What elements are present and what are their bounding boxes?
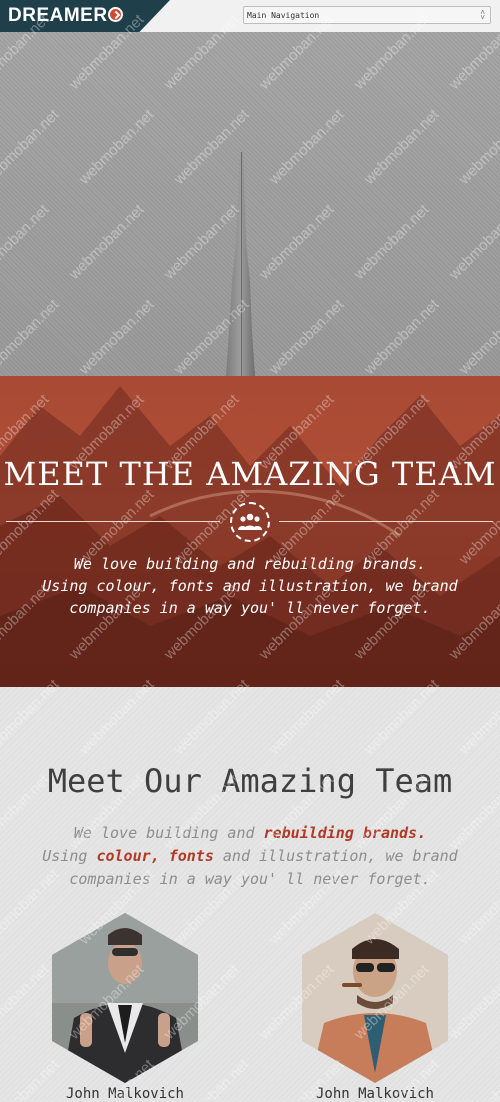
intro-highlight: colour, fonts [96,847,214,865]
intro-highlight: rebuilding brands. [263,824,427,842]
logo-text[interactable]: DREAMER [8,5,108,27]
member-photo-2[interactable] [302,913,448,1083]
band-line-2: Using colour, fonts and illustration, we… [42,577,458,595]
team-intro-line-3: companies in a way you' ll never forget. [69,870,431,888]
team-intro-line-2: Using colour, fonts and illustration, we… [0,845,500,868]
band-line-3: companies in a way you' ll never forget. [69,599,431,617]
team-title: Meet Our Amazing Team [47,762,453,800]
chevron-right-icon [108,7,123,22]
team-intro-line-1: We love building and rebuilding brands. [0,822,500,845]
intro-text: and illustration, we brand [213,847,458,865]
team-intro: We love building and rebuilding brands. … [0,822,500,891]
divider-left [6,521,220,522]
people-icon [238,513,262,530]
select-arrows-icon: ˄ ˅ [480,8,485,22]
divider-right [279,521,493,522]
band-description: We love building and rebuilding brands. … [0,553,500,619]
band-title: MEET THE AMAZING TEAM [3,455,497,493]
team-icon [230,502,270,542]
main-navigation-select[interactable]: Main Navigation ˄ ˅ [243,6,491,24]
hero-image [0,32,500,376]
intro-text: We love building and [73,824,264,842]
member-photo-1[interactable] [52,913,198,1083]
top-bar: DREAMER Main Navigation ˄ ˅ [0,0,500,33]
main-navigation-value: Main Navigation [247,11,320,20]
tower-image [226,152,255,376]
band-line-1: We love building and rebuilding brands. [73,555,427,573]
intro-text: Using [42,847,97,865]
